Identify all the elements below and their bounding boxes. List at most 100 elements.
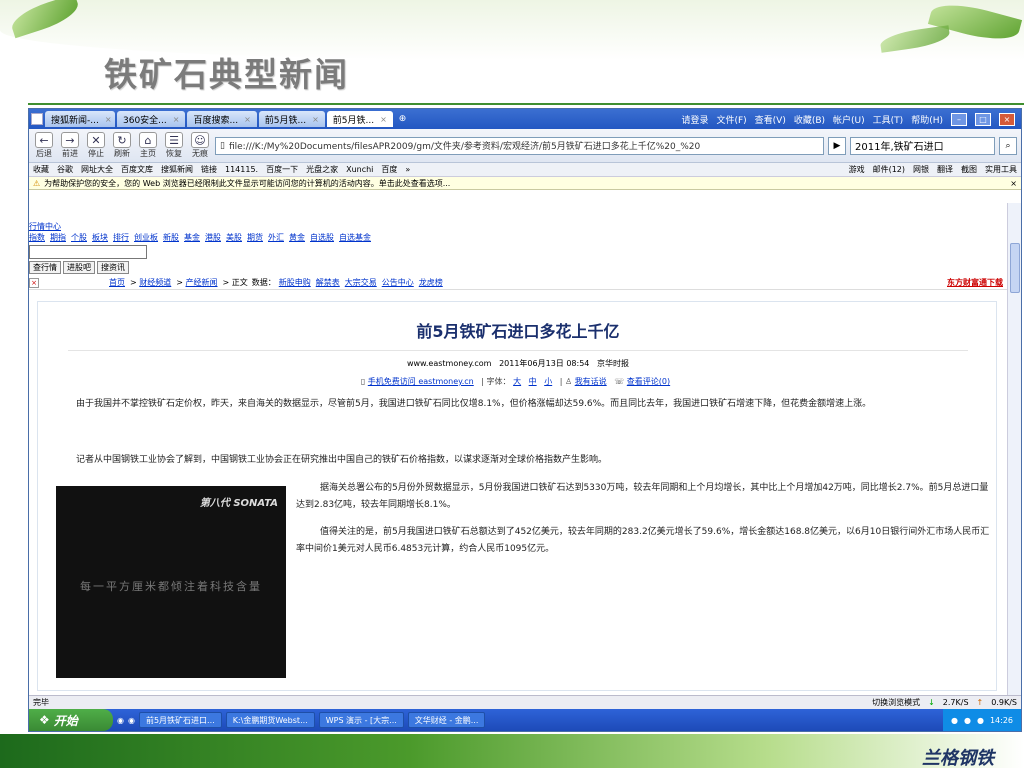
maximize-button[interactable]: □ bbox=[975, 112, 991, 126]
link-dragon-tiger[interactable]: 龙虎榜 bbox=[419, 277, 443, 288]
tray-icon[interactable]: ● bbox=[964, 716, 971, 725]
link-ipo-subscribe[interactable]: 新股申购 bbox=[279, 277, 311, 288]
close-button[interactable]: × bbox=[999, 112, 1015, 126]
link-us[interactable]: 美股 bbox=[226, 233, 242, 242]
go-button[interactable]: ▶ bbox=[828, 136, 846, 155]
tab-close-icon[interactable]: × bbox=[244, 115, 251, 124]
link-announcements[interactable]: 公告中心 bbox=[382, 277, 414, 288]
tab-news-1[interactable]: 前5月铁... × bbox=[258, 111, 325, 127]
more-chevron-icon[interactable]: » bbox=[405, 165, 410, 174]
mobile-access-link[interactable]: 手机免费访问 eastmoney.cn bbox=[368, 377, 474, 386]
view-comments-link[interactable]: 查看评论(0) bbox=[627, 377, 670, 386]
taskbar-item[interactable]: 文华财经 - 金鹏... bbox=[407, 712, 486, 728]
stock-forum-button[interactable]: 进股吧 bbox=[63, 261, 95, 274]
link-market-center[interactable]: 行情中心 bbox=[29, 222, 61, 231]
fav-item[interactable]: 百度 bbox=[381, 164, 397, 175]
menu-help[interactable]: 帮助(H) bbox=[911, 113, 943, 126]
fav-item[interactable]: 搜狐新闻 bbox=[161, 164, 193, 175]
link-fund[interactable]: 基金 bbox=[184, 233, 200, 242]
address-bar[interactable]: ▯ file:///K:/My%20Documents/filesAPR2009… bbox=[215, 136, 824, 155]
tab-close-icon[interactable]: × bbox=[105, 115, 112, 124]
crumb-industry[interactable]: 产经新闻 bbox=[186, 277, 218, 288]
link-gem[interactable]: 创业板 bbox=[134, 233, 158, 242]
menu-login[interactable]: 请登录 bbox=[681, 113, 708, 126]
taskbar-item[interactable]: WPS 演示 - [大宗... bbox=[318, 712, 404, 728]
fav-item[interactable]: 百度一下 bbox=[266, 164, 298, 175]
fav-item[interactable]: 截图 bbox=[961, 164, 977, 175]
comment-link[interactable]: 我有话说 bbox=[575, 377, 607, 386]
scroll-thumb[interactable] bbox=[1010, 243, 1020, 293]
home-button[interactable]: ⌂ 主页 bbox=[137, 132, 159, 159]
link-block-trade[interactable]: 大宗交易 bbox=[345, 277, 377, 288]
fav-item[interactable]: 114115. bbox=[225, 165, 258, 174]
fav-item[interactable]: 光盘之家 bbox=[306, 164, 338, 175]
minimize-button[interactable]: – bbox=[951, 112, 967, 126]
query-quote-button[interactable]: 查行情 bbox=[29, 261, 61, 274]
refresh-button[interactable]: ↻ 刷新 bbox=[111, 132, 133, 159]
fav-item[interactable]: 实用工具 bbox=[985, 164, 1017, 175]
menu-tools[interactable]: 工具(T) bbox=[873, 113, 904, 126]
font-medium-link[interactable]: 中 bbox=[529, 377, 537, 386]
menu-account[interactable]: 帐户(U) bbox=[833, 113, 865, 126]
eastmoney-download-link[interactable]: 东方财富通下载 bbox=[947, 277, 1003, 288]
security-infobar[interactable]: ⚠ 为帮助保护您的安全，您的 Web 浏览器已经限制此文件显示可能访问您的计算机… bbox=[29, 177, 1021, 190]
fav-item[interactable]: 谷歌 bbox=[57, 164, 73, 175]
menu-file[interactable]: 文件(F) bbox=[716, 113, 746, 126]
search-news-button[interactable]: 搜资讯 bbox=[97, 261, 129, 274]
window-menu-icon[interactable] bbox=[31, 113, 43, 125]
close-icon[interactable]: × bbox=[1010, 179, 1017, 188]
fav-item[interactable]: 网址大全 bbox=[81, 164, 113, 175]
font-large-link[interactable]: 大 bbox=[513, 377, 521, 386]
fav-item[interactable]: 网银 bbox=[913, 164, 929, 175]
search-input[interactable]: 2011年,铁矿石进口 bbox=[850, 136, 995, 155]
no-trace-button[interactable]: ☺ 无痕 bbox=[189, 132, 211, 159]
link-watch-fund[interactable]: 自选基金 bbox=[339, 233, 371, 242]
stop-button[interactable]: ✕ 停止 bbox=[85, 132, 107, 159]
tab-360[interactable]: 360安全... × bbox=[117, 111, 186, 127]
crumb-home[interactable]: 首页 bbox=[109, 277, 125, 288]
search-icon[interactable]: ⌕ bbox=[999, 136, 1017, 155]
link-ipo[interactable]: 新股 bbox=[163, 233, 179, 242]
link-hk[interactable]: 港股 bbox=[205, 233, 221, 242]
new-tab-icon[interactable]: ⊕ bbox=[399, 114, 407, 124]
link-gold[interactable]: 黄金 bbox=[289, 233, 305, 242]
quicklaunch-icon[interactable]: ◉ bbox=[117, 716, 124, 725]
menu-view[interactable]: 查看(V) bbox=[755, 113, 786, 126]
link-futures-index[interactable]: 期指 bbox=[50, 233, 66, 242]
tray-icon[interactable]: ● bbox=[951, 716, 958, 725]
link-stock[interactable]: 个股 bbox=[71, 233, 87, 242]
menu-favorites[interactable]: 收藏(B) bbox=[794, 113, 825, 126]
fav-item[interactable]: 百度文库 bbox=[121, 164, 153, 175]
fav-item[interactable]: 游戏 bbox=[849, 164, 865, 175]
quote-search-input[interactable] bbox=[29, 245, 147, 259]
tab-close-icon[interactable]: × bbox=[173, 115, 180, 124]
link-forex[interactable]: 外汇 bbox=[268, 233, 284, 242]
font-small-link[interactable]: 小 bbox=[544, 377, 552, 386]
fav-item[interactable]: 翻译 bbox=[937, 164, 953, 175]
tab-close-icon[interactable]: × bbox=[380, 115, 387, 124]
tray-icon[interactable]: ● bbox=[977, 716, 984, 725]
tab-close-icon[interactable]: × bbox=[312, 115, 319, 124]
crumb-finance[interactable]: 财经频道 bbox=[139, 277, 171, 288]
quicklaunch-icon[interactable]: ◉ bbox=[128, 716, 135, 725]
switch-mode-button[interactable]: 切换浏览模式 bbox=[872, 697, 920, 708]
link-unlock-table[interactable]: 解禁表 bbox=[316, 277, 340, 288]
forward-button[interactable]: → 前进 bbox=[59, 132, 81, 159]
vertical-scrollbar[interactable] bbox=[1007, 203, 1021, 695]
link-watchlist[interactable]: 自选股 bbox=[310, 233, 334, 242]
tab-baidu[interactable]: 百度搜索... × bbox=[187, 111, 257, 127]
fav-item[interactable]: 邮件(12) bbox=[873, 164, 905, 175]
link-index[interactable]: 指数 bbox=[29, 233, 45, 242]
fav-item[interactable]: Xunchi bbox=[346, 165, 373, 174]
link-sector[interactable]: 板块 bbox=[92, 233, 108, 242]
link-futures[interactable]: 期货 bbox=[247, 233, 263, 242]
tab-news-active[interactable]: 前5月铁... × bbox=[326, 111, 393, 127]
link-ranking[interactable]: 排行 bbox=[113, 233, 129, 242]
fav-item[interactable]: 收藏 bbox=[33, 164, 49, 175]
restore-button[interactable]: ☰ 恢复 bbox=[163, 132, 185, 159]
tab-sohu[interactable]: 搜狐新闻-... × bbox=[45, 111, 115, 127]
start-button[interactable]: ❖ 开始 bbox=[29, 709, 113, 731]
taskbar-item[interactable]: K:\金鹏期货Webst... bbox=[225, 712, 315, 728]
advertisement[interactable]: 第八代 SONATA 每一平方厘米都倾注着科技含量 bbox=[56, 486, 286, 678]
back-button[interactable]: ← 后退 bbox=[33, 132, 55, 159]
